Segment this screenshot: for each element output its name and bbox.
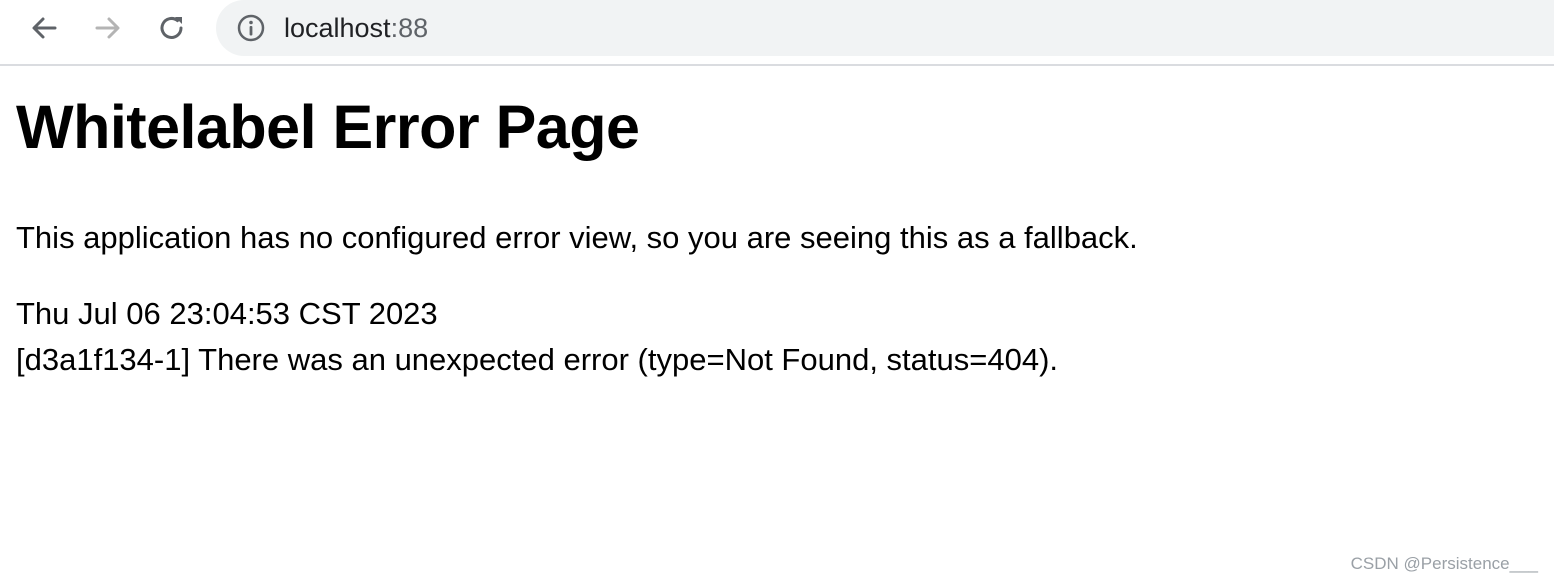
page-title: Whitelabel Error Page: [16, 93, 640, 161]
back-button[interactable]: [24, 8, 64, 48]
url-text[interactable]: localhost:88: [284, 11, 428, 45]
reload-button[interactable]: [152, 8, 192, 48]
reload-icon: [160, 17, 183, 39]
watermark: CSDN @Persistence___: [1350, 554, 1538, 573]
forward-button[interactable]: [88, 8, 128, 48]
info-icon[interactable]: [236, 13, 266, 43]
error-message: [d3a1f134-1] There was an unexpected err…: [16, 342, 1059, 377]
page-content: Whitelabel Error Page This application h…: [16, 88, 1516, 377]
address-bar[interactable]: localhost:88: [216, 0, 1554, 56]
arrow-left-icon: [32, 17, 57, 39]
error-timestamp: Thu Jul 06 23:04:53 CST 2023: [16, 296, 438, 331]
error-description: This application has no configured error…: [16, 220, 1138, 255]
url-port: :88: [390, 13, 429, 43]
browser-toolbar: localhost:88: [0, 0, 1554, 66]
url-host: localhost: [284, 13, 391, 43]
arrow-right-icon: [95, 17, 120, 39]
